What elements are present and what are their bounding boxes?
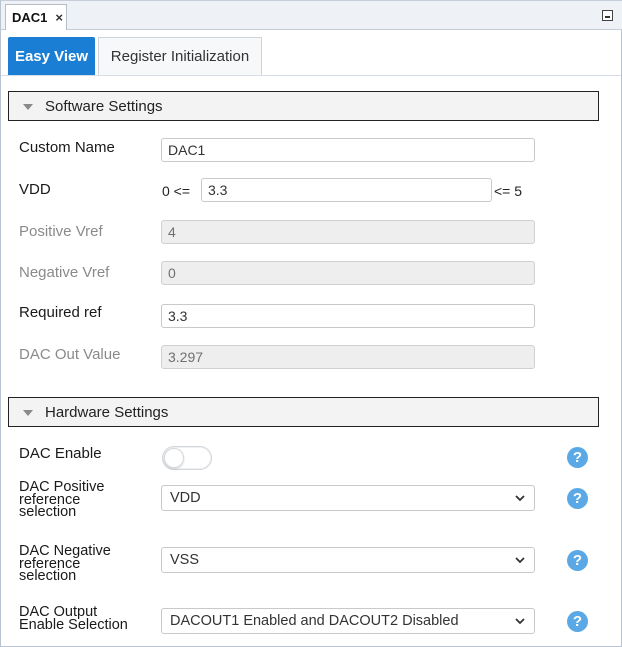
vdd-input[interactable]: 3.3	[201, 178, 492, 202]
dac-negative-ref-label: DAC Negative reference selection	[19, 544, 111, 584]
dac-negative-ref-select[interactable]: VSS	[161, 547, 535, 573]
chevron-down-icon	[515, 557, 525, 564]
chevron-down-icon	[515, 495, 525, 502]
close-icon[interactable]: ×	[55, 10, 63, 25]
dac-enable-label: DAC Enable	[19, 445, 102, 462]
select-value: DACOUT1 Enabled and DACOUT2 Disabled	[170, 613, 459, 629]
hardware-settings-header[interactable]: Hardware Settings	[8, 397, 599, 427]
custom-name-label: Custom Name	[19, 139, 115, 156]
doc-tab-dac1[interactable]: DAC1 ×	[5, 4, 67, 30]
dac-output-enable-label: DAC Output Enable Selection	[19, 605, 128, 633]
help-icon[interactable]: ?	[567, 550, 588, 571]
toggle-knob	[164, 448, 184, 468]
section-title: Software Settings	[45, 97, 163, 115]
document-tab-bar: DAC1 ×	[1, 0, 622, 30]
tab-easy-view[interactable]: Easy View	[8, 37, 95, 75]
vdd-label: VDD	[19, 181, 51, 198]
collapse-triangle-icon	[23, 103, 33, 110]
software-settings-header[interactable]: Software Settings	[8, 91, 599, 121]
dac-out-value-field: 3.297	[161, 345, 535, 369]
dac-out-value-label: DAC Out Value	[19, 346, 121, 363]
section-title: Hardware Settings	[45, 403, 169, 421]
doc-tab-title: DAC1	[12, 10, 48, 25]
help-icon[interactable]: ?	[567, 488, 588, 509]
required-ref-input[interactable]: 3.3	[161, 304, 535, 328]
negative-vref-field: 0	[161, 261, 535, 285]
chevron-down-icon	[515, 618, 525, 625]
dac-output-enable-select[interactable]: DACOUT1 Enabled and DACOUT2 Disabled	[161, 608, 535, 634]
positive-vref-label: Positive Vref	[19, 223, 103, 240]
label-line: selection	[19, 568, 77, 584]
custom-name-input[interactable]: DAC1	[161, 138, 535, 162]
help-icon[interactable]: ?	[567, 447, 588, 468]
select-value: VSS	[170, 552, 200, 568]
select-value: VDD	[170, 490, 201, 506]
dac1-window: DAC1 × Easy View Register Initialization…	[0, 0, 622, 647]
label-line: selection	[19, 504, 77, 520]
required-ref-label: Required ref	[19, 304, 102, 321]
view-tabs: Easy View Register Initialization	[1, 30, 621, 76]
help-icon[interactable]: ?	[567, 611, 588, 632]
minimize-icon[interactable]	[602, 10, 613, 21]
dac-positive-ref-label: DAC Positive reference selection	[19, 480, 104, 520]
negative-vref-label: Negative Vref	[19, 264, 110, 281]
collapse-triangle-icon	[23, 409, 33, 416]
dac-positive-ref-select[interactable]: VDD	[161, 485, 535, 511]
tab-register-initialization[interactable]: Register Initialization	[98, 37, 262, 75]
vdd-min-prefix: 0 <=	[162, 183, 191, 199]
positive-vref-field: 4	[161, 220, 535, 244]
dac-enable-toggle[interactable]	[162, 446, 212, 470]
vdd-max-suffix: <= 5	[494, 183, 523, 199]
tab-divider	[1, 75, 621, 76]
label-line: Enable Selection	[19, 616, 128, 633]
